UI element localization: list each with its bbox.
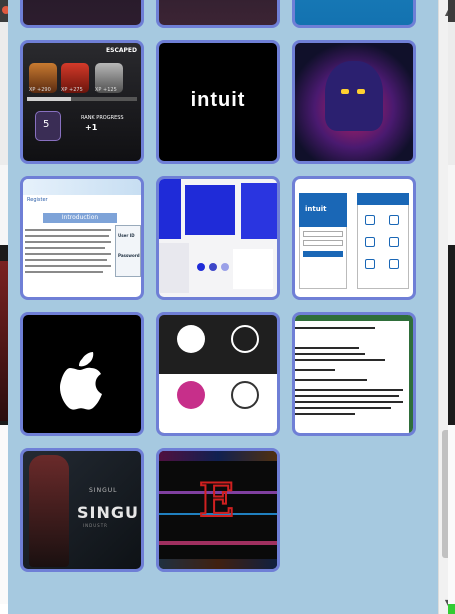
thumbnail-intuit-logo[interactable]: intuit: [156, 40, 280, 164]
terminal-title-bar: [295, 315, 413, 321]
bug-seal-icon: [177, 325, 205, 353]
scrollbar[interactable]: ▲ ▼: [438, 0, 448, 614]
intuit-logo: intuit: [305, 205, 327, 213]
thumbnail-glitch-logo[interactable]: E: [156, 448, 280, 572]
thumbnail-gallery-2[interactable]: [156, 0, 280, 28]
rank-value: +1: [85, 123, 98, 132]
thumbnail-singularity[interactable]: SINGUL SINGU INDUSTR: [20, 448, 144, 572]
status-label: ESCAPED: [106, 47, 137, 54]
thumbnail-gallery-1[interactable]: [20, 0, 144, 28]
hooded-figure-icon: [325, 61, 383, 131]
password-label: Password: [118, 253, 140, 258]
singularity-big-text: SINGU: [77, 503, 139, 522]
scroll-up-icon[interactable]: ▲: [439, 4, 448, 20]
thumbnail-resident-register[interactable]: Register Introduction User ID Password: [20, 176, 144, 300]
singularity-top-text: SINGUL: [89, 487, 118, 494]
thumbnail-grid: ESCAPED XP +290 XP +275 XP +125 5 RANK P…: [20, 0, 416, 572]
progress-bar: [27, 97, 137, 101]
glitch-letter-icon: E: [198, 472, 235, 528]
bug-seal-pink-icon: [177, 381, 205, 409]
login-button: [303, 251, 343, 257]
robot-figure-icon: [29, 455, 69, 567]
thumbnail-neon-character[interactable]: [292, 40, 416, 164]
scroll-down-icon[interactable]: ▼: [439, 594, 448, 610]
xp-label-1: XP +290: [29, 87, 51, 93]
thumbnail-terminal-window[interactable]: [292, 312, 416, 436]
scrollbar-thumb[interactable]: [442, 430, 448, 559]
thumbnail-intuit-app[interactable]: intuit: [292, 176, 416, 300]
bug-seal-outline-icon: [231, 325, 259, 353]
bug-seal-dark-icon: [231, 381, 259, 409]
xp-label-3: XP +125: [95, 87, 117, 93]
thumbnail-apple-logo[interactable]: [20, 312, 144, 436]
thumbnail-game-badges[interactable]: ESCAPED XP +290 XP +275 XP +125 5 RANK P…: [20, 40, 144, 164]
thumbnail-blue-brand-mockup[interactable]: [156, 176, 280, 300]
xp-label-2: XP +275: [61, 87, 83, 93]
user-id-label: User ID: [118, 233, 135, 238]
apple-logo-icon: [59, 352, 102, 410]
level-number: 5: [43, 119, 50, 130]
image-picker-popup: ESCAPED XP +290 XP +275 XP +125 5 RANK P…: [8, 0, 448, 614]
doc-intro-heading: Introduction: [43, 213, 117, 223]
rank-label: RANK PROGRESS: [81, 115, 124, 121]
singularity-sub-text: INDUSTR: [83, 523, 108, 528]
intuit-logo: intuit: [190, 89, 246, 111]
thumbnail-logo-set[interactable]: [156, 312, 280, 436]
doc-heading: Register: [27, 197, 48, 203]
thumbnail-gallery-3[interactable]: [292, 0, 416, 28]
